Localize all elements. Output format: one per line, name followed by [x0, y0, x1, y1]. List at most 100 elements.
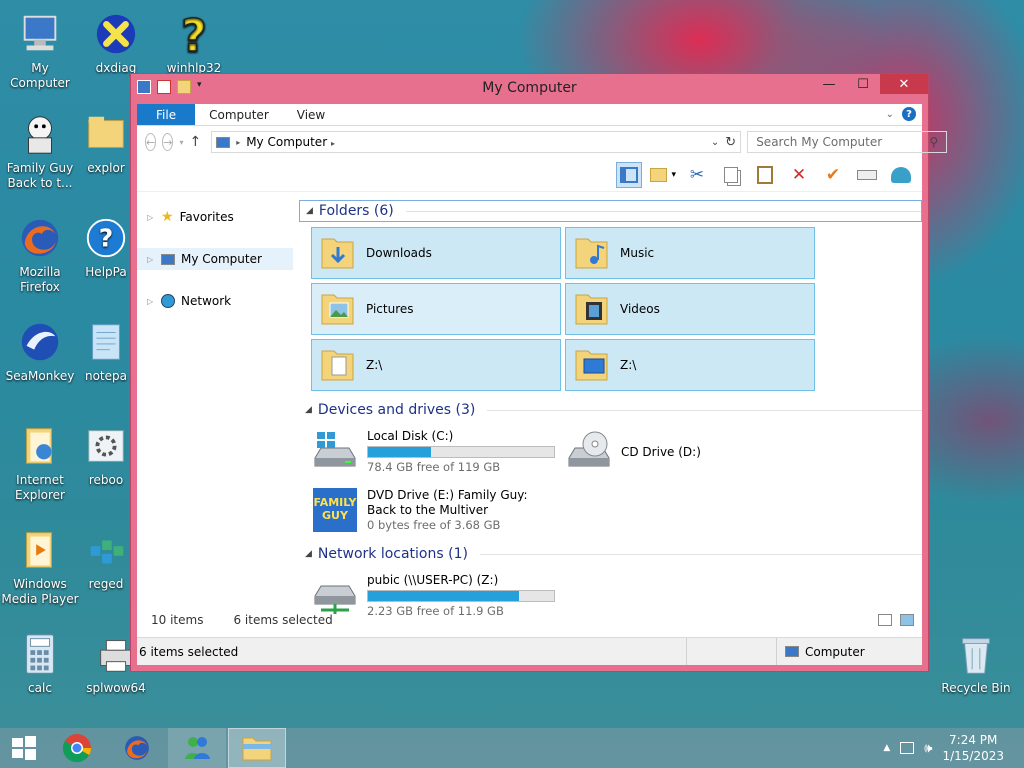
computer-small-icon	[216, 136, 231, 148]
custom-toolbar: ▾ ✂ ✕ ✔	[137, 158, 922, 192]
tab-view[interactable]: View	[283, 104, 339, 125]
folder-label: Z:\	[620, 358, 637, 372]
taskbar-file-explorer[interactable]	[228, 728, 286, 768]
taskbar-firefox[interactable]	[108, 728, 166, 768]
folder-options-button[interactable]: ▾	[650, 162, 676, 188]
nav-item-my-computer[interactable]: ▷ My Computer	[137, 248, 293, 270]
taskbar-messenger[interactable]	[168, 728, 226, 768]
expand-arrow-icon[interactable]: ▷	[147, 255, 155, 264]
select-all-button[interactable]: ✔	[820, 162, 846, 188]
folder-music[interactable]: Music	[565, 227, 815, 279]
drive-e[interactable]: FAMILY GUY DVD Drive (E:) Family Guy: Bac…	[311, 485, 565, 535]
folder-z-drive-1[interactable]: Z:\	[311, 339, 561, 391]
family-guy-icon	[28, 116, 52, 154]
window-title: My Computer	[482, 80, 577, 96]
desktop-icon-firefox[interactable]: Mozilla Firefox	[0, 214, 80, 295]
refresh-icon[interactable]: ↻	[725, 135, 736, 150]
chrome-icon	[62, 734, 91, 763]
minimize-button[interactable]: —	[812, 74, 846, 94]
star-icon: ★	[161, 209, 174, 225]
copy-button[interactable]	[718, 162, 744, 188]
collapse-arrow-icon[interactable]: ◢	[305, 549, 312, 559]
folder-label: Videos	[620, 302, 660, 316]
volume-icon[interactable]: 🕪	[924, 741, 932, 756]
collapse-arrow-icon[interactable]: ◢	[306, 206, 313, 216]
address-bar[interactable]: ▸ My Computer ▸ ⌄ ↻	[211, 131, 742, 153]
pictures-folder-icon	[321, 294, 354, 325]
network-icon	[161, 294, 175, 308]
drive-c[interactable]: Local Disk (C:) 78.4 GB free of 119 GB	[311, 427, 565, 477]
folder-z-drive-2[interactable]: Z:\	[565, 339, 815, 391]
help-button[interactable]: ?	[902, 107, 916, 121]
preview-pane-button[interactable]	[616, 161, 642, 188]
notepad-icon	[92, 324, 120, 360]
shell-button[interactable]	[888, 162, 914, 188]
desktop-icon-winhlp32[interactable]: ? winhlp32	[154, 10, 234, 76]
search-icon[interactable]: ⚲	[929, 135, 938, 149]
desktop-icon-regedit[interactable]: reged	[76, 526, 136, 592]
desktop-icon-explorer[interactable]: explor	[76, 110, 136, 176]
recycle-bin-icon	[962, 638, 990, 674]
folder-videos[interactable]: Videos	[565, 283, 815, 335]
back-button[interactable]: ←	[145, 133, 157, 151]
rename-button[interactable]	[854, 162, 880, 188]
expand-arrow-icon[interactable]: ▷	[147, 297, 155, 306]
nav-label: My Computer	[181, 252, 262, 266]
downloads-folder-icon	[321, 238, 354, 269]
desktop-icon-label: My Computer	[10, 61, 70, 90]
recent-locations-icon[interactable]: ▾	[179, 138, 183, 147]
drive-usage-fill	[368, 591, 519, 601]
show-hidden-icons-icon[interactable]: ▲	[883, 743, 890, 753]
up-button[interactable]: ↑	[189, 134, 201, 150]
folder-pictures[interactable]: Pictures	[311, 283, 561, 335]
bottom-selected-count: 6 items selected	[139, 644, 239, 659]
address-dropdown-icon[interactable]: ⌄	[711, 137, 719, 148]
paste-button[interactable]	[752, 162, 778, 188]
breadcrumb[interactable]: My Computer ▸	[246, 135, 705, 149]
network-tray-icon[interactable]	[900, 742, 915, 754]
details-view-icon[interactable]	[878, 614, 892, 626]
maximize-button[interactable]: ☐	[846, 74, 880, 94]
clock[interactable]: 7:24 PM 1/15/2023	[942, 732, 1004, 764]
collapse-arrow-icon[interactable]: ◢	[305, 405, 312, 415]
copy-icon	[724, 166, 738, 183]
taskbar-chrome[interactable]	[48, 728, 106, 768]
drive-free-space: 0 bytes free of 3.68 GB	[367, 517, 501, 532]
delete-button[interactable]: ✕	[786, 162, 812, 188]
folder-downloads[interactable]: Downloads	[311, 227, 561, 279]
desktop-icon-helppane[interactable]: ? HelpPa	[76, 214, 136, 280]
cut-button[interactable]: ✂	[684, 162, 710, 188]
nav-item-favorites[interactable]: ▷ ★ Favorites	[137, 206, 297, 228]
desktop-icon-calc[interactable]: calc	[0, 630, 80, 696]
search-input[interactable]: Search My Computer ⚲	[747, 131, 948, 153]
close-button[interactable]: ✕	[880, 74, 928, 94]
desktop-icon-internet-explorer[interactable]: Internet Explorer	[0, 422, 80, 503]
desktop-icon-my-computer[interactable]: My Computer	[0, 10, 80, 91]
calc-icon	[26, 634, 54, 674]
nav-item-network[interactable]: ▷ Network	[137, 290, 297, 312]
forward-button[interactable]: →	[162, 133, 174, 151]
start-button[interactable]	[0, 728, 48, 768]
large-icons-view-icon[interactable]	[900, 614, 914, 626]
videos-folder-icon	[575, 294, 608, 325]
desktop-icon-family-guy[interactable]: Family Guy Back to t...	[0, 110, 80, 191]
desktop-icon-reboot[interactable]: reboo	[76, 422, 136, 488]
tab-computer[interactable]: Computer	[195, 104, 283, 125]
breadcrumb-my-computer[interactable]: My Computer	[246, 135, 327, 149]
group-header-network-locations[interactable]: ◢ Network locations (1)	[299, 543, 922, 565]
desktop-icon-dxdiag[interactable]: dxdiag	[76, 10, 156, 76]
desktop-icon-windows-media-player[interactable]: Windows Media Player	[0, 526, 80, 607]
desktop-icon-seamonkey[interactable]: SeaMonkey	[0, 318, 80, 384]
expand-ribbon-icon[interactable]: ⌄	[886, 109, 894, 120]
group-header-devices[interactable]: ◢ Devices and drives (3)	[299, 399, 922, 421]
explorer-window[interactable]: ▾ My Computer — ☐ ✕ File Computer View ⌄…	[130, 73, 948, 672]
desktop-icon-label: notepa	[84, 369, 127, 383]
desktop-icon-notepad[interactable]: notepa	[76, 318, 136, 384]
drive-d[interactable]: CD Drive (D:)	[565, 427, 815, 477]
clipboard-icon	[757, 165, 773, 184]
tab-file[interactable]: File	[137, 104, 196, 125]
desktop-icon-recycle-bin[interactable]: Recycle Bin	[936, 630, 1016, 696]
group-header-folders[interactable]: ◢ Folders (6)	[299, 200, 922, 222]
title-bar[interactable]: ▾ My Computer — ☐ ✕	[131, 74, 928, 102]
expand-arrow-icon[interactable]: ▷	[147, 213, 155, 222]
